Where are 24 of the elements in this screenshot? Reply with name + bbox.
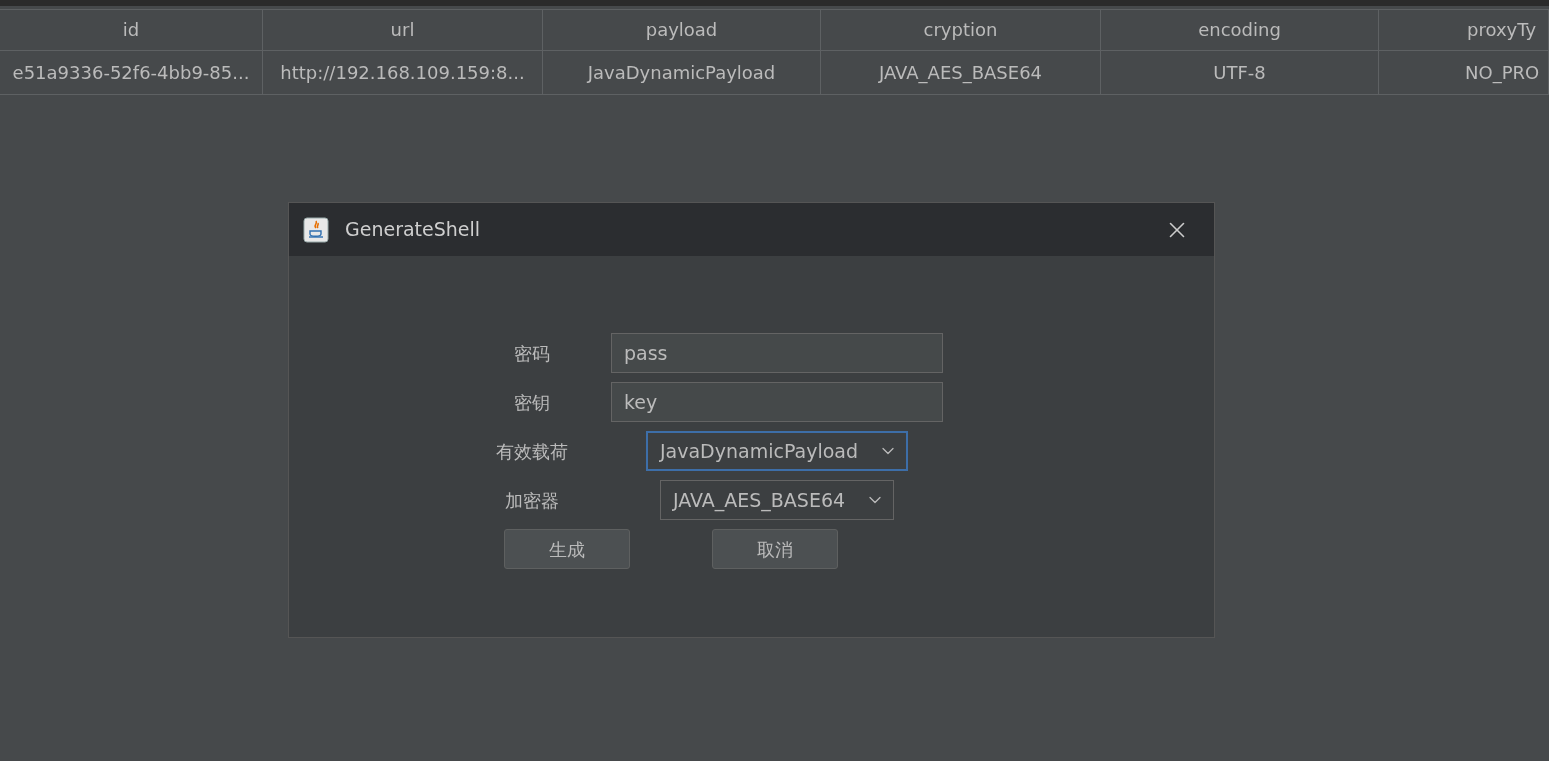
- table-cell: e51a9336-52f6-4bb9-85...: [0, 51, 263, 94]
- table-cell: http://192.168.109.159:8...: [263, 51, 543, 94]
- dropdown[interactable]: JavaDynamicPayload: [646, 431, 908, 471]
- field-label: 密码: [514, 341, 550, 366]
- dialog-button[interactable]: 生成: [504, 529, 630, 569]
- column-header[interactable]: proxyTy: [1379, 9, 1549, 50]
- app-icon: [303, 216, 329, 243]
- table-cell: NO_PRO: [1379, 51, 1549, 94]
- field-label: 有效载荷: [496, 439, 568, 464]
- column-header[interactable]: url: [263, 9, 543, 50]
- table-cell: JavaDynamicPayload: [543, 51, 821, 94]
- field-label: 加密器: [505, 488, 559, 513]
- column-header[interactable]: payload: [543, 9, 821, 50]
- text-field[interactable]: pass: [611, 333, 943, 373]
- field-label: 密钥: [514, 390, 550, 415]
- dropdown[interactable]: JAVA_AES_BASE64: [659, 480, 895, 520]
- table-cell: JAVA_AES_BASE64: [821, 51, 1101, 94]
- column-header[interactable]: cryption: [821, 9, 1101, 50]
- column-header[interactable]: encoding: [1101, 9, 1379, 50]
- column-header[interactable]: id: [0, 9, 263, 50]
- text-field[interactable]: key: [611, 382, 943, 422]
- dialog-button[interactable]: 取消: [712, 529, 838, 569]
- table-cell: UTF-8: [1101, 51, 1379, 94]
- window-title: GenerateShell: [345, 217, 481, 243]
